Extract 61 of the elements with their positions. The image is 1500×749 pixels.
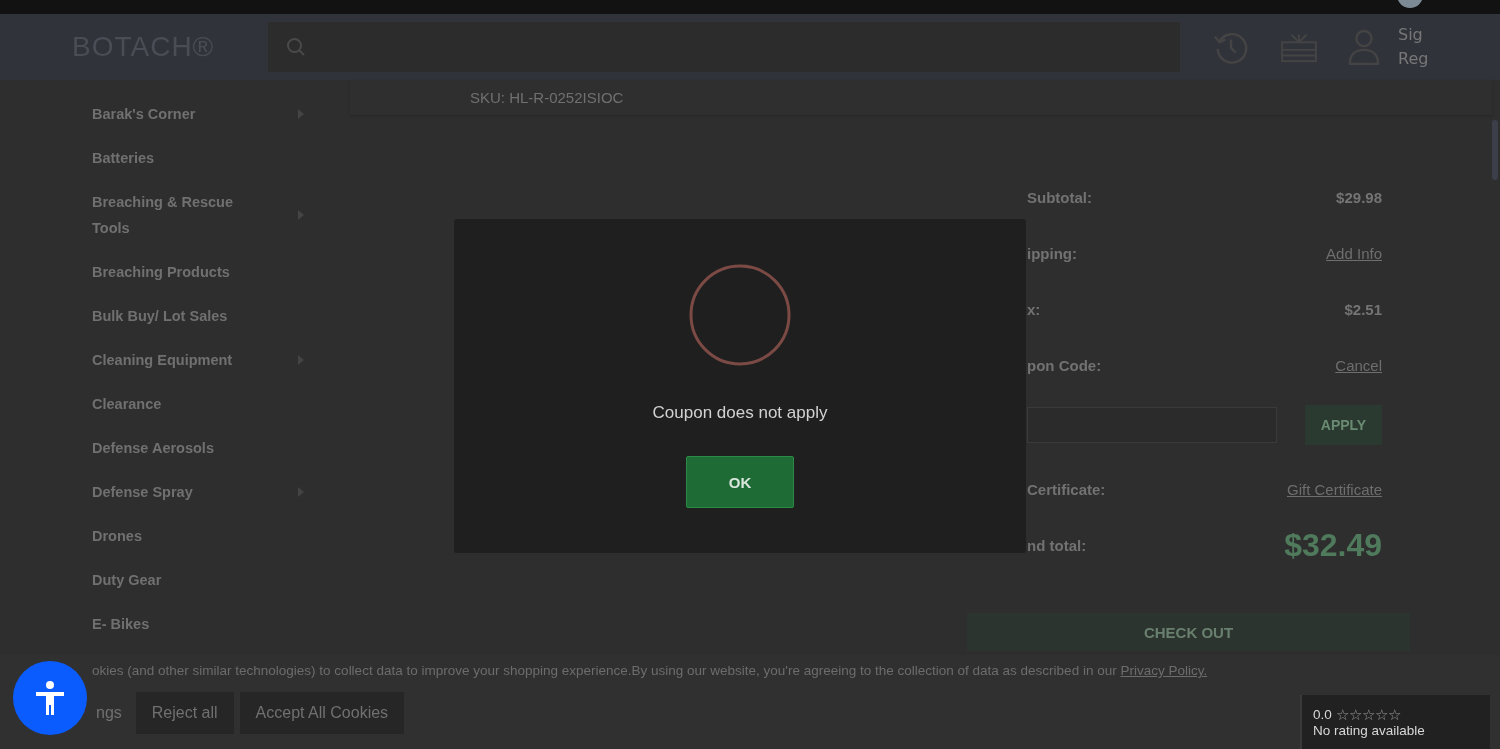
summary-link[interactable]: Gift Certificate bbox=[1286, 480, 1382, 498]
category-label: Breaching Products bbox=[92, 263, 230, 282]
category-label: Defense Spray bbox=[92, 483, 193, 502]
category-item[interactable]: Cleaning Equipment bbox=[92, 338, 304, 382]
category-item[interactable]: E- Bikes bbox=[92, 602, 304, 646]
star-icon: ☆ bbox=[1374, 707, 1388, 722]
category-label: Drones bbox=[92, 527, 142, 546]
checkout-button[interactable]: CHECK OUT bbox=[967, 613, 1410, 651]
dialog-message: Coupon does not apply bbox=[652, 403, 828, 423]
summary-label: pon Code: bbox=[1027, 356, 1102, 374]
summary-link[interactable]: Cancel bbox=[1335, 356, 1382, 374]
cookie-button[interactable]: ngs bbox=[88, 692, 130, 734]
category-label: E- Bikes bbox=[92, 615, 150, 634]
privacy-policy-link[interactable]: Privacy Policy. bbox=[1120, 663, 1208, 678]
ok-button[interactable]: OK bbox=[686, 456, 794, 508]
category-item[interactable]: Batteries bbox=[92, 136, 304, 180]
coupon-field[interactable] bbox=[1027, 407, 1277, 443]
cookie-button[interactable]: Reject all bbox=[135, 692, 234, 734]
summary-link[interactable]: Add Info bbox=[1326, 244, 1382, 262]
summary-label: Certificate: bbox=[1027, 480, 1106, 498]
category-item[interactable]: Drones bbox=[92, 514, 304, 558]
star-icon: ☆ bbox=[1348, 707, 1362, 722]
sku-text: SKU: HL-R-0252ISIOC bbox=[470, 89, 624, 106]
spinner-icon bbox=[688, 263, 792, 367]
star-icon: ☆ bbox=[1335, 707, 1349, 722]
summary-label: x: bbox=[1027, 300, 1041, 318]
accessibility-icon bbox=[35, 681, 65, 715]
scrollbar[interactable] bbox=[1492, 120, 1498, 180]
category-item[interactable]: Breaching & Rescue Tools bbox=[92, 180, 304, 250]
category-item[interactable]: Clearance bbox=[92, 382, 304, 426]
category-item[interactable]: Bulk Buy/ Lot Sales bbox=[92, 294, 304, 338]
summary-value: $2.51 bbox=[1344, 300, 1382, 318]
category-item[interactable]: Duty Gear bbox=[92, 558, 304, 602]
summary-label: ipping: bbox=[1027, 244, 1077, 262]
category-label: Barak's Corner bbox=[92, 105, 196, 124]
category-label: Bulk Buy/ Lot Sales bbox=[92, 307, 228, 326]
account-link[interactable]: Sig bbox=[1398, 23, 1429, 47]
summary-label: nd total: bbox=[1027, 536, 1087, 554]
category-label: Defense Aerosols bbox=[92, 439, 214, 458]
rating-score: 0.0 bbox=[1313, 707, 1332, 722]
category-item[interactable]: Barak's Corner bbox=[92, 92, 304, 136]
cookie-button[interactable]: Accept All Cookies bbox=[239, 692, 405, 734]
category-item[interactable]: Defense Aerosols bbox=[92, 426, 304, 470]
search-field[interactable] bbox=[268, 22, 1180, 72]
rating-caption: No rating available bbox=[1313, 723, 1426, 738]
star-icon: ☆ bbox=[1387, 707, 1401, 722]
category-label: Breaching & Rescue Tools bbox=[92, 193, 235, 238]
summary-value: $29.98 bbox=[1336, 188, 1382, 206]
cookie-notice: okies (and other similar technologies) to collect data to improve your shopping experience.By using our website, you're agreeing to the collection of data as described in our Privacy Policy. bbox=[92, 663, 1209, 678]
apply-button[interactable]: APPLY bbox=[1305, 405, 1382, 445]
grand-total: $32.49 bbox=[1284, 526, 1382, 564]
search-icon bbox=[286, 37, 306, 57]
summary-label: Subtotal: bbox=[1027, 188, 1092, 206]
account-link[interactable]: Reg bbox=[1398, 47, 1429, 71]
category-item[interactable]: Breaching Products bbox=[92, 250, 304, 294]
category-label: Cleaning Equipment bbox=[92, 351, 233, 370]
category-item[interactable]: Defense Spray bbox=[92, 470, 304, 514]
star-icon: ☆ bbox=[1361, 707, 1375, 722]
category-label: Duty Gear bbox=[92, 571, 162, 590]
category-label: Batteries bbox=[92, 149, 155, 168]
category-label: Clearance bbox=[92, 395, 162, 414]
